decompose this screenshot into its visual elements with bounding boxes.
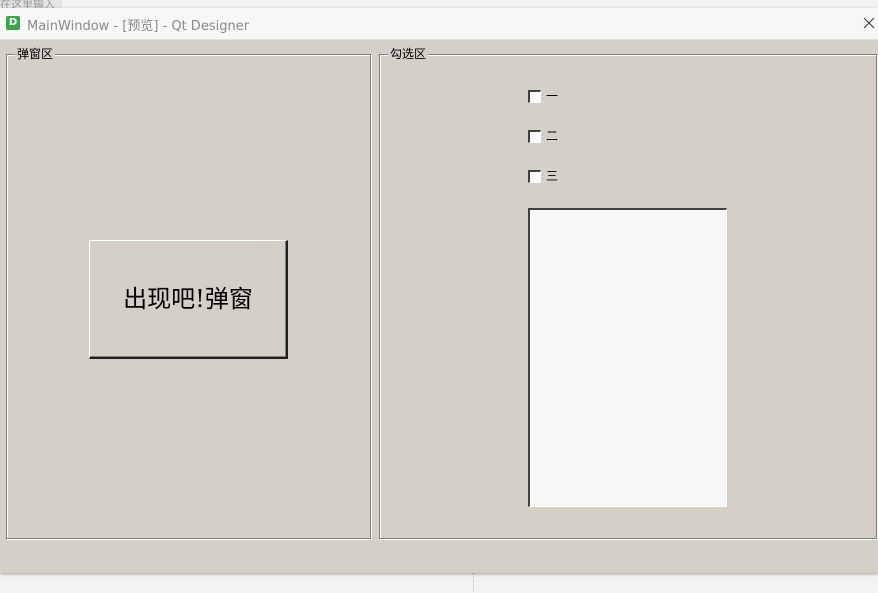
- main-window: D MainWindow - [预览] - Qt Designer 弹窗区 出现…: [0, 8, 878, 573]
- qt-designer-icon: D: [6, 16, 20, 30]
- desktop-screen: 在这里输入 D MainWindow - [预览] - Qt Designer …: [0, 0, 878, 593]
- close-button[interactable]: [860, 14, 878, 32]
- checkbox-group-title: 勾选区: [388, 47, 429, 61]
- background-partial-text: 在这里输入: [0, 0, 55, 8]
- popup-group-box: 弹窗区 出现吧!弹窗: [6, 47, 371, 539]
- checkbox-one-box[interactable]: [528, 90, 541, 103]
- background-dotted-mark: [473, 573, 476, 591]
- window-title: MainWindow - [预览] - Qt Designer: [27, 19, 250, 34]
- background-window-fragment: 在这里输入: [0, 0, 62, 8]
- checkbox-group-box: 勾选区 一 二 三: [379, 47, 877, 539]
- checkbox-two-label: 二: [546, 129, 559, 143]
- checkbox-three-label: 三: [546, 169, 559, 183]
- checkbox-three-box[interactable]: [528, 170, 541, 183]
- close-icon: [863, 17, 875, 29]
- text-edit-area[interactable]: [528, 208, 727, 507]
- title-bar[interactable]: D MainWindow - [预览] - Qt Designer: [0, 8, 878, 40]
- popup-group-title: 弹窗区: [15, 47, 56, 61]
- show-popup-button[interactable]: 出现吧!弹窗: [89, 240, 288, 359]
- checkbox-two-box[interactable]: [528, 130, 541, 143]
- checkbox-one-label: 一: [546, 89, 559, 103]
